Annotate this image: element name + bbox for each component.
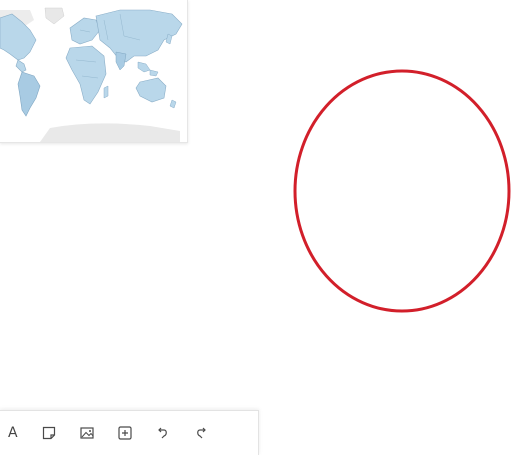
text-tool-button[interactable]: A [0, 415, 30, 451]
drawing-toolbar: A [0, 410, 259, 455]
sticky-note-tool-button[interactable] [30, 415, 68, 451]
redo-button[interactable] [182, 415, 220, 451]
world-map-graphic [0, 7, 183, 142]
redo-icon [197, 427, 206, 439]
image-tool-button[interactable] [68, 415, 106, 451]
add-tool-button[interactable] [106, 415, 144, 451]
world-map-image[interactable] [0, 0, 188, 143]
sticky-note-icon [42, 426, 56, 440]
text-icon: A [8, 425, 18, 441]
plus-box-icon [118, 426, 132, 440]
undo-icon [158, 427, 167, 439]
image-icon [80, 427, 94, 439]
undo-button[interactable] [144, 415, 182, 451]
whiteboard-canvas[interactable]: A [0, 0, 512, 455]
red-ellipse-shape[interactable] [290, 65, 512, 317]
